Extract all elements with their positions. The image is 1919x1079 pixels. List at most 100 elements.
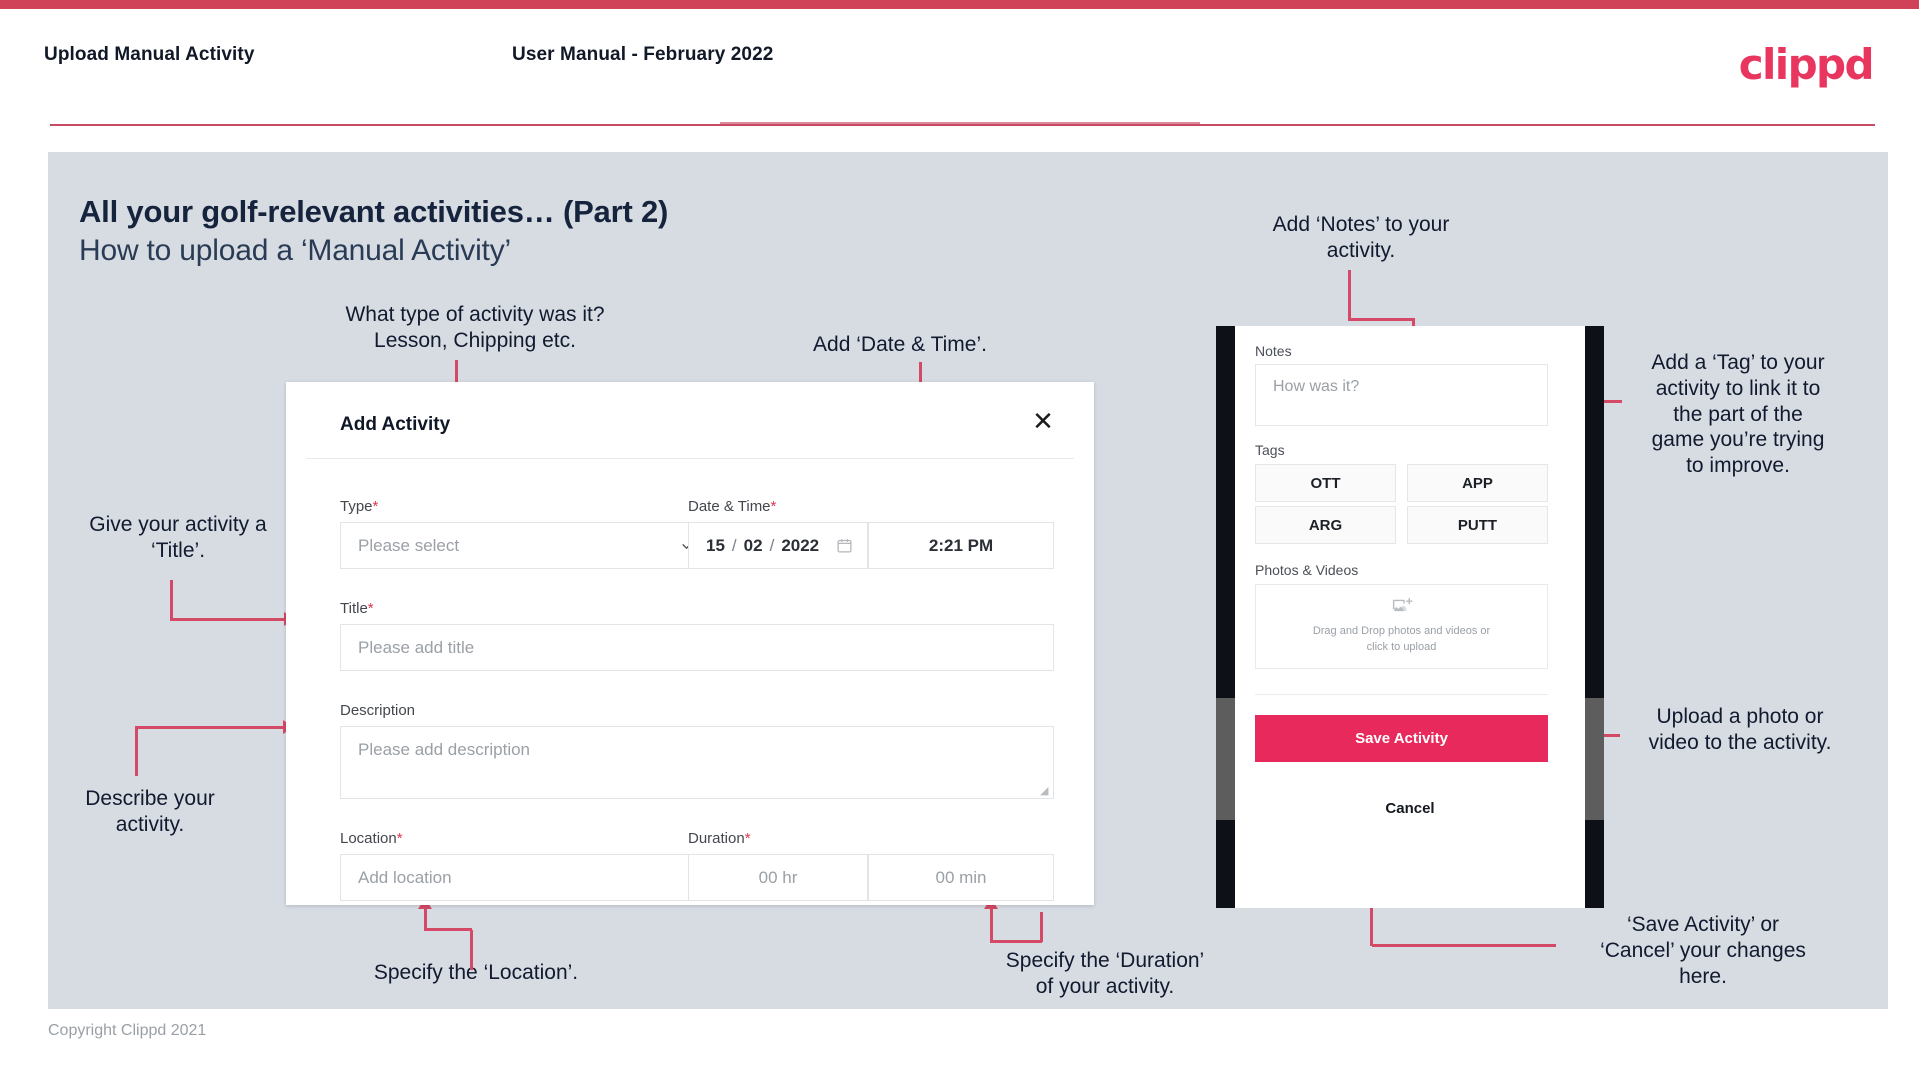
connector-duration-h (990, 940, 1042, 943)
connector-duration-v2 (990, 908, 993, 942)
dropzone-text: Drag and Drop photos and videos or click… (1313, 624, 1490, 656)
notes-textarea[interactable]: How was it? (1255, 364, 1548, 426)
add-activity-dialog: Add Activity ✕ Type* Please select Date … (286, 382, 1094, 905)
annotation-datetime: Add ‘Date & Time’. (813, 333, 987, 356)
top-accent-bar (0, 0, 1919, 9)
slide-page: Upload Manual Activity User Manual - Feb… (0, 0, 1919, 1079)
annotation-type: What type of activity was it? Lesson, Ch… (345, 303, 605, 352)
location-input[interactable]: Add location (340, 854, 712, 901)
type-select[interactable]: Please select (340, 522, 712, 569)
location-placeholder: Add location (358, 867, 452, 887)
date-sep-2: / (769, 535, 775, 555)
datetime-label-text: Date & Time (688, 498, 771, 515)
copyright-text: Copyright Clippd 2021 (48, 1022, 207, 1039)
type-required-marker: * (372, 498, 379, 515)
connector-location-v2 (424, 908, 427, 930)
annotation-title: Give your activity a ‘Title’. (89, 513, 267, 562)
date-input[interactable]: 15 / 02 / 2022 (688, 522, 868, 569)
header-divider (50, 124, 1875, 126)
phone-right-bezel (1585, 326, 1604, 908)
tag-button-ott[interactable]: OTT (1255, 464, 1396, 502)
clippd-logo: clippd (1738, 40, 1875, 89)
connector-duration-v (1040, 912, 1043, 942)
notes-label: Notes (1255, 343, 1292, 359)
title-input[interactable]: Please add title (340, 624, 1054, 671)
date-value-group: 15 / 02 / 2022 (706, 536, 853, 556)
title-label-text: Title (340, 600, 368, 617)
connector-desc-v (135, 726, 138, 776)
connector-title-v (170, 580, 173, 620)
date-day: 15 (706, 535, 725, 555)
resize-handle-icon[interactable]: ◢ (1040, 786, 1050, 797)
photo-upload-dropzone[interactable]: Drag and Drop photos and videos or click… (1255, 584, 1548, 669)
location-field-label: Location* (340, 830, 403, 847)
date-year: 2022 (781, 535, 820, 555)
datetime-required-marker: * (770, 498, 777, 515)
duration-minutes-placeholder: 00 min (935, 867, 987, 887)
duration-field-label: Duration* (688, 830, 751, 847)
connector-title-h (170, 618, 286, 621)
duration-hours-input[interactable]: 00 hr (688, 854, 868, 901)
tag-button-arg[interactable]: ARG (1255, 506, 1396, 544)
tag-button-app[interactable]: APP (1407, 464, 1548, 502)
annotation-notes: Add ‘Notes’ to your activity. (1272, 213, 1450, 262)
title-placeholder: Please add title (358, 637, 475, 657)
time-input[interactable]: 2:21 PM (868, 522, 1054, 569)
title-required-marker: * (367, 600, 374, 617)
date-sep-1: / (731, 535, 737, 555)
save-activity-button[interactable]: Save Activity (1255, 715, 1548, 762)
connector-save-h (1372, 944, 1556, 947)
calendar-icon[interactable] (836, 537, 853, 554)
duration-hours-placeholder: 00 hr (758, 867, 798, 887)
tags-label: Tags (1255, 442, 1285, 458)
type-field-label: Type* (340, 498, 378, 515)
header-center-title: User Manual - February 2022 (512, 44, 774, 65)
title-field-label: Title* (340, 600, 374, 617)
annotation-upload: Upload a photo or video to the activity. (1648, 705, 1832, 754)
notes-placeholder: How was it? (1273, 378, 1360, 395)
phone-left-bezel (1216, 326, 1235, 908)
annotation-description: Describe your activity. (85, 787, 215, 836)
description-field-label: Description (340, 702, 415, 719)
photos-videos-label: Photos & Videos (1255, 562, 1359, 578)
annotation-tags: Add a ‘Tag’ to your activity to link it … (1651, 351, 1825, 478)
phone-volume-button (1216, 698, 1235, 820)
dialog-title: Add Activity (340, 414, 451, 435)
date-month: 02 (743, 535, 763, 555)
phone-power-button (1585, 698, 1604, 820)
duration-required-marker: * (744, 830, 751, 847)
type-placeholder: Please select (358, 535, 460, 555)
description-label-text: Description (340, 702, 416, 719)
duration-minutes-input[interactable]: 00 min (868, 854, 1054, 901)
annotation-location: Specify the ‘Location’. (373, 961, 579, 984)
location-label-text: Location (340, 830, 397, 847)
cancel-button[interactable]: Cancel (1235, 800, 1585, 817)
dropzone-text-line1: Drag and Drop photos and videos or (1312, 625, 1491, 638)
type-label-text: Type (340, 498, 373, 515)
slide-title-secondary: How to upload a ‘Manual Activity’ (79, 234, 511, 267)
connector-notes-h (1348, 318, 1414, 321)
phone-mockup: Notes How was it? Tags OTT APP ARG PUTT … (1216, 326, 1604, 908)
datetime-field-label: Date & Time* (688, 498, 776, 515)
description-textarea[interactable]: Please add description ◢ (340, 726, 1054, 799)
connector-desc-h (135, 726, 285, 729)
description-placeholder: Please add description (358, 740, 531, 759)
add-image-icon (1392, 598, 1412, 612)
phone-screen: Notes How was it? Tags OTT APP ARG PUTT … (1235, 326, 1585, 908)
connector-location-h (424, 928, 472, 931)
dropzone-text-line2: click to upload (1366, 641, 1437, 653)
dialog-divider (306, 458, 1074, 459)
duration-label-text: Duration (688, 830, 745, 847)
header-left-title: Upload Manual Activity (44, 44, 255, 65)
connector-notes-v1 (1348, 270, 1351, 320)
phone-divider (1255, 694, 1548, 695)
connector-location-v (470, 930, 473, 970)
annotation-save: ‘Save Activity’ or ‘Cancel’ your changes… (1600, 913, 1806, 988)
close-icon[interactable]: ✕ (1026, 404, 1060, 438)
tag-button-putt[interactable]: PUTT (1407, 506, 1548, 544)
location-required-marker: * (396, 830, 403, 847)
slide-title-primary: All your golf-relevant activities… (Part… (79, 194, 669, 229)
time-value: 2:21 PM (928, 535, 994, 555)
header-divider-highlight (720, 122, 1200, 124)
annotation-duration: Specify the ‘Duration’ of your activity. (1005, 949, 1205, 998)
